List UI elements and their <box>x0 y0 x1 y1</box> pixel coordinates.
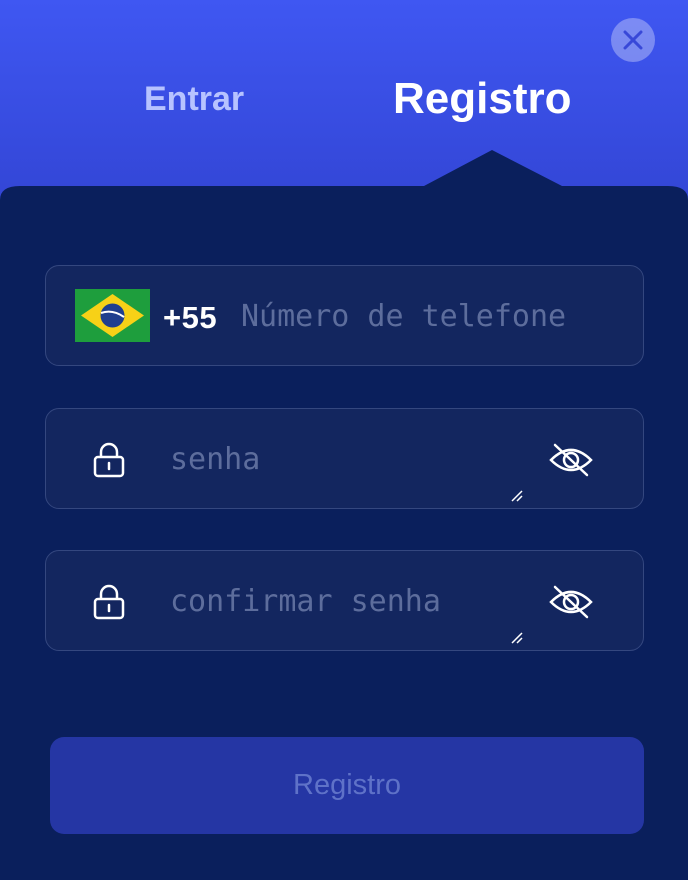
eye-off-icon[interactable] <box>549 584 593 620</box>
password-input[interactable] <box>170 439 510 479</box>
eye-off-icon[interactable] <box>549 442 593 478</box>
brazil-flag-icon <box>75 289 150 342</box>
phone-field[interactable]: +55 <box>45 265 644 366</box>
confirm-password-input[interactable] <box>170 581 510 621</box>
resize-handle-icon[interactable] <box>510 489 524 503</box>
lock-icon <box>93 442 125 478</box>
tab-entrar[interactable]: Entrar <box>144 80 244 119</box>
resize-handle-icon[interactable] <box>510 631 524 645</box>
register-button[interactable]: Registro <box>50 737 644 834</box>
close-button[interactable] <box>611 18 655 62</box>
country-code[interactable]: +55 <box>163 300 217 336</box>
close-icon <box>623 30 643 50</box>
phone-input[interactable] <box>241 296 591 336</box>
confirm-password-field[interactable] <box>45 550 644 651</box>
password-field[interactable] <box>45 408 644 509</box>
tab-registro[interactable]: Registro <box>393 74 571 124</box>
lock-icon <box>93 584 125 620</box>
